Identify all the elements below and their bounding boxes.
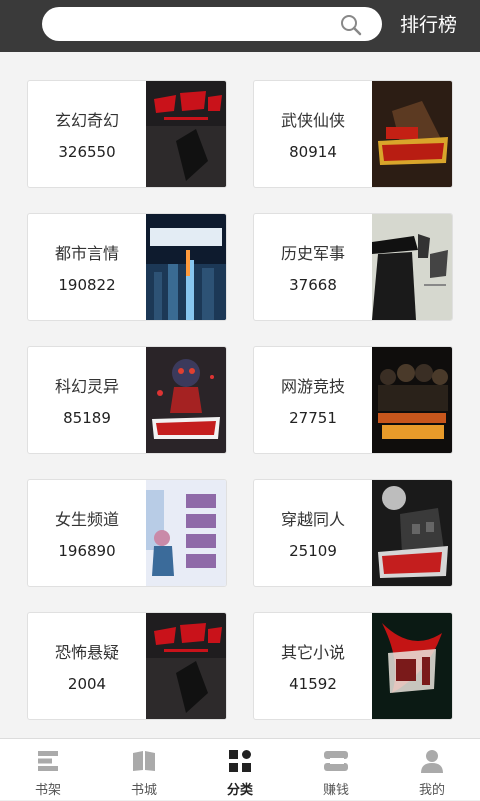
category-card-other[interactable]: 其它小说 41592 [253,612,453,720]
category-card-fantasy[interactable]: 玄幻奇幻 326550 [27,80,227,188]
tab-profile[interactable]: 我的 [384,739,480,801]
book-cover-phoenix-red [372,613,452,719]
category-count: 25109 [289,542,337,560]
category-card-female[interactable]: 女生频道 196890 [27,479,227,587]
book-cover-dark-red-title [146,613,226,719]
book-cover-hat-silhouette [372,214,452,320]
category-card-urban[interactable]: 都市言情 190822 [27,213,227,321]
category-count: 2004 [67,675,107,693]
book-cover-dark-red-title [146,81,226,187]
category-grid: 玄幻奇幻 326550 武侠仙侠 80914 都市言情 190822 历史军事 … [0,52,480,738]
book-open-icon [133,751,155,771]
coin-stack-icon [324,751,348,771]
category-name: 玄幻奇幻 [54,111,119,130]
search-icon[interactable] [340,14,362,36]
user-profile-icon [421,750,443,773]
tab-label: 书架 [34,783,61,798]
category-grid-icon [229,750,251,772]
book-cover-cartoon-dark [146,347,226,453]
category-name: 历史军事 [280,244,345,263]
search-input[interactable] [42,7,382,41]
category-count: 326550 [58,143,116,161]
category-card-game[interactable]: 网游竞技 27751 [253,346,453,454]
book-cover-pastel-girl [146,480,226,586]
category-card-scifi[interactable]: 科幻灵异 85189 [27,346,227,454]
tab-bookstore[interactable]: 书城 [96,739,192,801]
category-name: 其它小说 [280,643,345,662]
category-name: 都市言情 [54,244,119,263]
tab-label: 赚钱 [322,783,349,798]
category-name: 恐怖悬疑 [54,643,119,662]
bookshelf-icon [38,751,58,771]
category-name: 穿越同人 [280,510,345,529]
tab-earn[interactable]: 赚钱 [288,739,384,801]
category-count: 196890 [58,542,116,560]
category-count: 190822 [58,276,116,294]
category-card-horror[interactable]: 恐怖悬疑 2004 [27,612,227,720]
category-name: 女生频道 [54,510,119,529]
tab-label: 分类 [226,783,253,798]
book-cover-warrior-red [372,81,452,187]
tab-label: 我的 [418,783,445,798]
top-bar: 排行榜 [0,0,480,52]
category-count: 85189 [63,409,111,427]
category-name: 科幻灵异 [54,377,119,396]
category-card-history[interactable]: 历史军事 37668 [253,213,453,321]
category-count: 41592 [289,675,337,693]
category-name: 武侠仙侠 [280,111,345,130]
category-name: 网游竞技 [280,377,345,396]
tab-bookshelf[interactable]: 书架 [0,739,96,801]
book-cover-haunted-house [372,480,452,586]
category-count: 80914 [289,143,337,161]
book-cover-city-blue [146,214,226,320]
bottom-tab-bar: 书架 书城 分类 赚钱 我的 [0,738,480,800]
category-card-wuxia[interactable]: 武侠仙侠 80914 [253,80,453,188]
category-count: 37668 [289,276,337,294]
category-count: 27751 [289,409,337,427]
tab-category[interactable]: 分类 [192,739,288,801]
category-card-crossover[interactable]: 穿越同人 25109 [253,479,453,587]
tab-label: 书城 [130,783,157,798]
ranking-link[interactable]: 排行榜 [400,12,464,38]
book-cover-group-gold [372,347,452,453]
